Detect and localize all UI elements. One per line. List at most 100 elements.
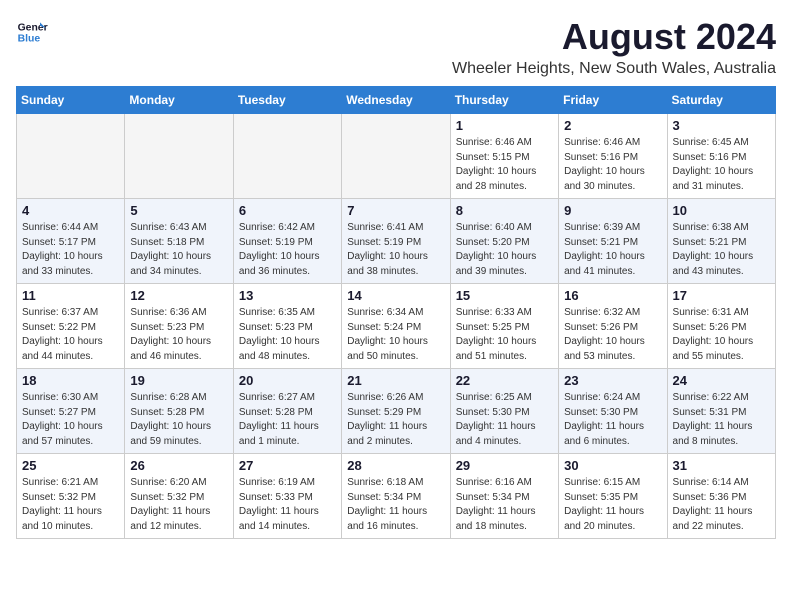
calendar-cell: 27 Sunrise: 6:19 AM Sunset: 5:33 PM Dayli…: [233, 454, 341, 539]
calendar-cell: [125, 114, 233, 199]
header-row: SundayMondayTuesdayWednesdayThursdayFrid…: [17, 87, 776, 114]
calendar-week-3: 11 Sunrise: 6:37 AM Sunset: 5:22 PM Dayli…: [17, 284, 776, 369]
calendar-cell: [233, 114, 341, 199]
day-number: 30: [564, 458, 661, 473]
day-number: 10: [673, 203, 770, 218]
day-header-tuesday: Tuesday: [233, 87, 341, 114]
svg-text:General: General: [18, 22, 48, 33]
day-info: Sunrise: 6:43 AM Sunset: 5:18 PM Dayligh…: [130, 221, 227, 279]
day-number: 22: [456, 373, 553, 388]
page-title: August 2024: [452, 16, 776, 58]
day-info: Sunrise: 6:46 AM Sunset: 5:15 PM Dayligh…: [456, 136, 553, 194]
day-info: Sunrise: 6:14 AM Sunset: 5:36 PM Dayligh…: [673, 476, 770, 534]
day-number: 9: [564, 203, 661, 218]
calendar-cell: 26 Sunrise: 6:20 AM Sunset: 5:32 PM Dayli…: [125, 454, 233, 539]
calendar-cell: 28Sunrise: 6:18 AM Sunset: 5:34 PM Dayli…: [342, 454, 450, 539]
calendar-week-2: 4 Sunrise: 6:44 AM Sunset: 5:17 PM Daylig…: [17, 199, 776, 284]
day-number: 11: [22, 288, 119, 303]
subtitle: Wheeler Heights, New South Wales, Austra…: [452, 60, 776, 78]
day-number: 17: [673, 288, 770, 303]
day-info: Sunrise: 6:38 AM Sunset: 5:21 PM Dayligh…: [673, 221, 770, 279]
day-info: Sunrise: 6:20 AM Sunset: 5:32 PM Dayligh…: [130, 476, 227, 534]
day-number: 26: [130, 458, 227, 473]
calendar-cell: 18Sunrise: 6:30 AM Sunset: 5:27 PM Dayli…: [17, 369, 125, 454]
calendar-cell: 20Sunrise: 6:27 AM Sunset: 5:28 PM Dayli…: [233, 369, 341, 454]
calendar-cell: 5 Sunrise: 6:43 AM Sunset: 5:18 PM Daylig…: [125, 199, 233, 284]
day-info: Sunrise: 6:24 AM Sunset: 5:30 PM Dayligh…: [564, 391, 661, 449]
calendar-cell: 19 Sunrise: 6:28 AM Sunset: 5:28 PM Dayli…: [125, 369, 233, 454]
day-header-friday: Friday: [559, 87, 667, 114]
calendar-cell: 13Sunrise: 6:35 AM Sunset: 5:23 PM Dayli…: [233, 284, 341, 369]
calendar-week-1: 1 Sunrise: 6:46 AM Sunset: 5:15 PM Daylig…: [17, 114, 776, 199]
calendar-cell: 21Sunrise: 6:26 AM Sunset: 5:29 PM Dayli…: [342, 369, 450, 454]
day-number: 31: [673, 458, 770, 473]
calendar-cell: 10 Sunrise: 6:38 AM Sunset: 5:21 PM Dayli…: [667, 199, 775, 284]
day-info: Sunrise: 6:25 AM Sunset: 5:30 PM Dayligh…: [456, 391, 553, 449]
calendar-table: SundayMondayTuesdayWednesdayThursdayFrid…: [16, 86, 776, 539]
calendar-cell: 31 Sunrise: 6:14 AM Sunset: 5:36 PM Dayli…: [667, 454, 775, 539]
day-number: 7: [347, 203, 444, 218]
day-header-monday: Monday: [125, 87, 233, 114]
title-section: August 2024 Wheeler Heights, New South W…: [452, 16, 776, 78]
calendar-cell: 11 Sunrise: 6:37 AM Sunset: 5:22 PM Dayli…: [17, 284, 125, 369]
day-info: Sunrise: 6:44 AM Sunset: 5:17 PM Dayligh…: [22, 221, 119, 279]
day-info: Sunrise: 6:45 AM Sunset: 5:16 PM Dayligh…: [673, 136, 770, 194]
calendar-cell: 7Sunrise: 6:41 AM Sunset: 5:19 PM Daylig…: [342, 199, 450, 284]
day-number: 25: [22, 458, 119, 473]
day-info: Sunrise: 6:46 AM Sunset: 5:16 PM Dayligh…: [564, 136, 661, 194]
calendar-cell: 14Sunrise: 6:34 AM Sunset: 5:24 PM Dayli…: [342, 284, 450, 369]
day-number: 19: [130, 373, 227, 388]
calendar-cell: 2 Sunrise: 6:46 AM Sunset: 5:16 PM Daylig…: [559, 114, 667, 199]
page-header: General Blue August 2024 Wheeler Heights…: [16, 16, 776, 78]
day-info: Sunrise: 6:26 AM Sunset: 5:29 PM Dayligh…: [347, 391, 444, 449]
day-number: 12: [130, 288, 227, 303]
calendar-cell: 1 Sunrise: 6:46 AM Sunset: 5:15 PM Daylig…: [450, 114, 558, 199]
day-info: Sunrise: 6:40 AM Sunset: 5:20 PM Dayligh…: [456, 221, 553, 279]
calendar-week-5: 25Sunrise: 6:21 AM Sunset: 5:32 PM Dayli…: [17, 454, 776, 539]
day-number: 1: [456, 118, 553, 133]
day-number: 5: [130, 203, 227, 218]
day-info: Sunrise: 6:19 AM Sunset: 5:33 PM Dayligh…: [239, 476, 336, 534]
calendar-cell: 22 Sunrise: 6:25 AM Sunset: 5:30 PM Dayli…: [450, 369, 558, 454]
day-number: 2: [564, 118, 661, 133]
day-header-saturday: Saturday: [667, 87, 775, 114]
day-header-sunday: Sunday: [17, 87, 125, 114]
svg-text:Blue: Blue: [18, 34, 41, 45]
day-number: 16: [564, 288, 661, 303]
day-info: Sunrise: 6:16 AM Sunset: 5:34 PM Dayligh…: [456, 476, 553, 534]
day-info: Sunrise: 6:37 AM Sunset: 5:22 PM Dayligh…: [22, 306, 119, 364]
calendar-week-4: 18Sunrise: 6:30 AM Sunset: 5:27 PM Dayli…: [17, 369, 776, 454]
day-header-wednesday: Wednesday: [342, 87, 450, 114]
calendar-cell: 4 Sunrise: 6:44 AM Sunset: 5:17 PM Daylig…: [17, 199, 125, 284]
day-number: 15: [456, 288, 553, 303]
day-info: Sunrise: 6:39 AM Sunset: 5:21 PM Dayligh…: [564, 221, 661, 279]
day-number: 27: [239, 458, 336, 473]
calendar-cell: 8 Sunrise: 6:40 AM Sunset: 5:20 PM Daylig…: [450, 199, 558, 284]
calendar-cell: 30Sunrise: 6:15 AM Sunset: 5:35 PM Dayli…: [559, 454, 667, 539]
calendar-cell: 9 Sunrise: 6:39 AM Sunset: 5:21 PM Daylig…: [559, 199, 667, 284]
calendar-cell: 6Sunrise: 6:42 AM Sunset: 5:19 PM Daylig…: [233, 199, 341, 284]
day-number: 29: [456, 458, 553, 473]
day-info: Sunrise: 6:36 AM Sunset: 5:23 PM Dayligh…: [130, 306, 227, 364]
day-info: Sunrise: 6:32 AM Sunset: 5:26 PM Dayligh…: [564, 306, 661, 364]
calendar-cell: [17, 114, 125, 199]
day-number: 4: [22, 203, 119, 218]
calendar-cell: 29 Sunrise: 6:16 AM Sunset: 5:34 PM Dayli…: [450, 454, 558, 539]
day-number: 3: [673, 118, 770, 133]
day-number: 8: [456, 203, 553, 218]
day-info: Sunrise: 6:31 AM Sunset: 5:26 PM Dayligh…: [673, 306, 770, 364]
day-number: 24: [673, 373, 770, 388]
day-number: 18: [22, 373, 119, 388]
day-info: Sunrise: 6:18 AM Sunset: 5:34 PM Dayligh…: [347, 476, 444, 534]
day-number: 13: [239, 288, 336, 303]
day-number: 14: [347, 288, 444, 303]
day-number: 20: [239, 373, 336, 388]
calendar-cell: 23 Sunrise: 6:24 AM Sunset: 5:30 PM Dayli…: [559, 369, 667, 454]
day-header-thursday: Thursday: [450, 87, 558, 114]
calendar-cell: 12 Sunrise: 6:36 AM Sunset: 5:23 PM Dayli…: [125, 284, 233, 369]
day-number: 23: [564, 373, 661, 388]
day-info: Sunrise: 6:28 AM Sunset: 5:28 PM Dayligh…: [130, 391, 227, 449]
calendar-cell: 16 Sunrise: 6:32 AM Sunset: 5:26 PM Dayli…: [559, 284, 667, 369]
logo: General Blue: [16, 16, 48, 48]
calendar-cell: 15Sunrise: 6:33 AM Sunset: 5:25 PM Dayli…: [450, 284, 558, 369]
